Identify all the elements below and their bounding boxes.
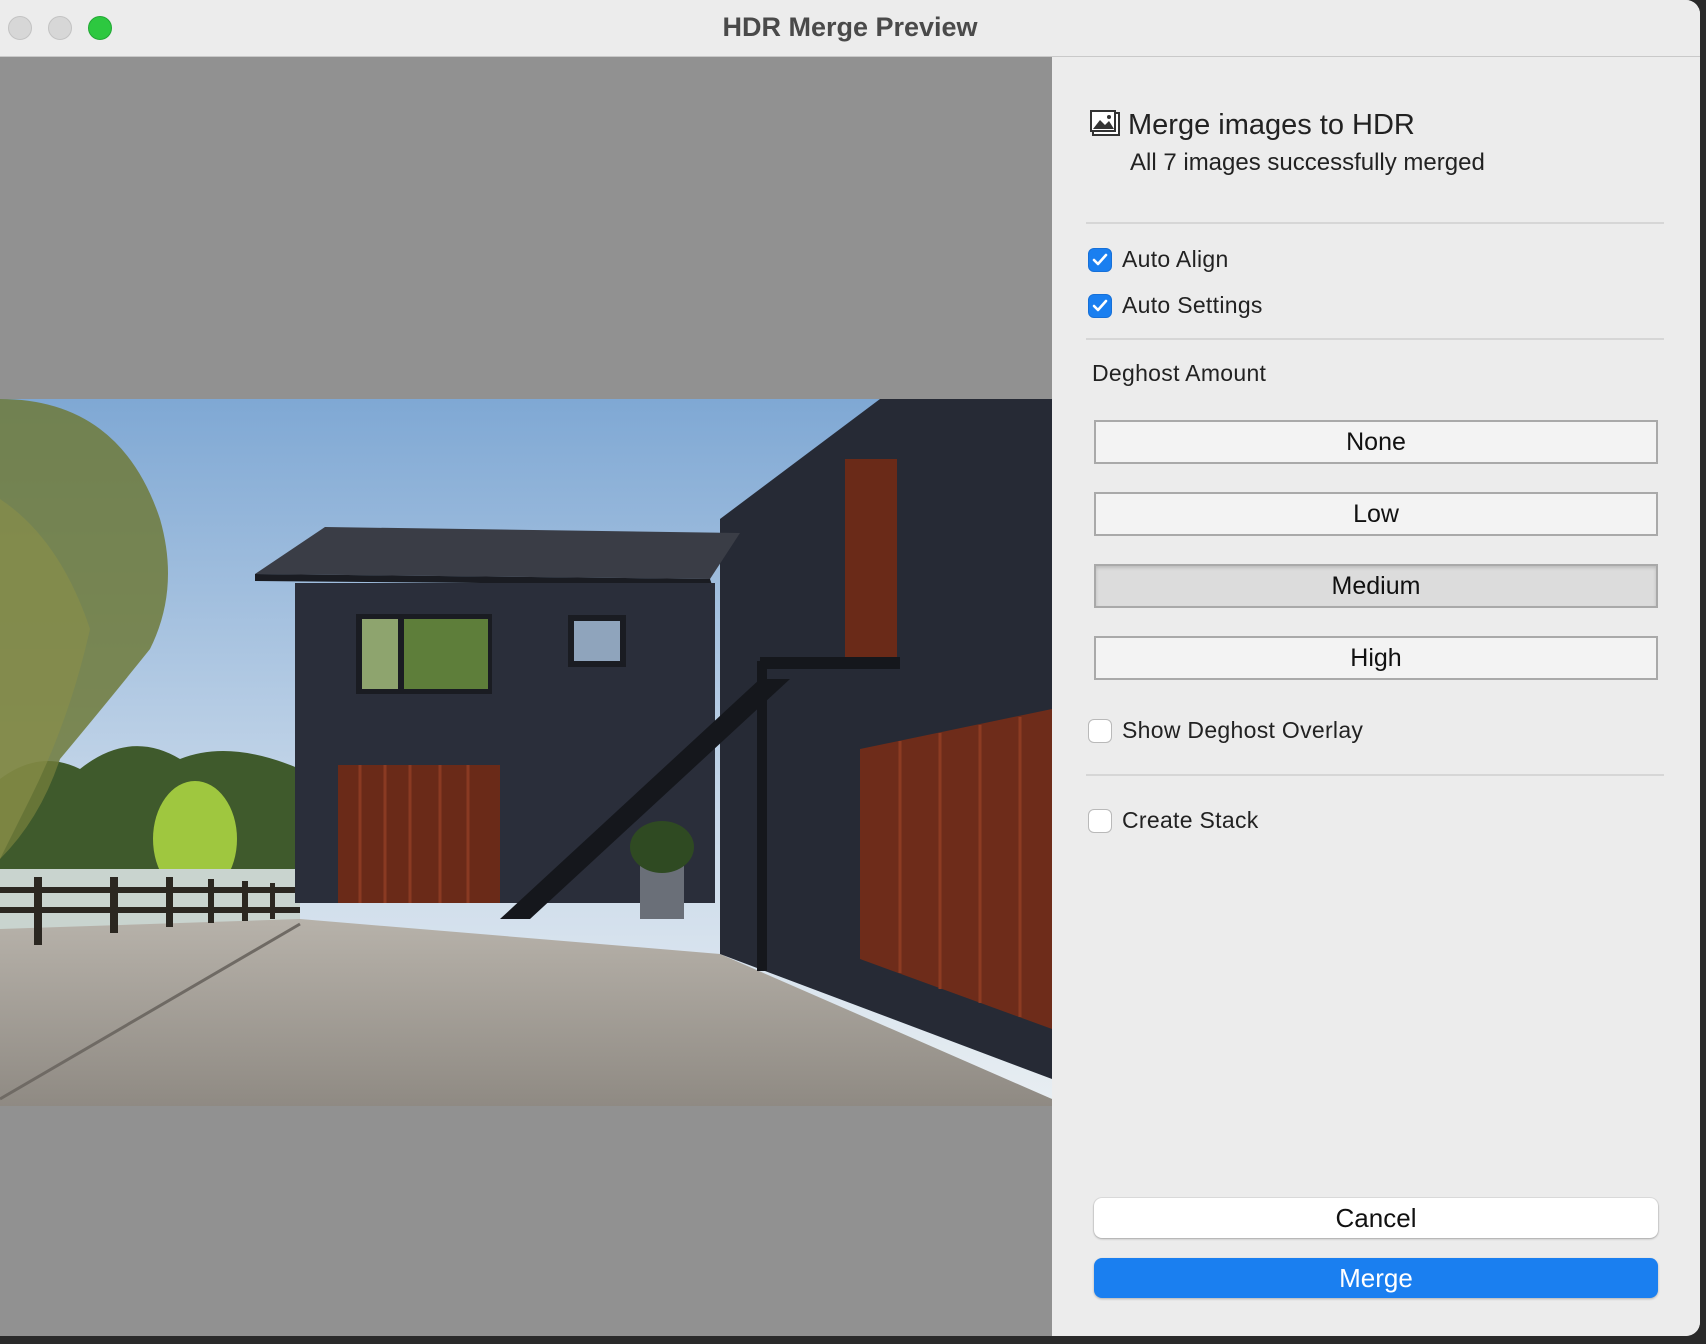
deghost-none-button[interactable]: None — [1094, 420, 1658, 464]
divider — [1086, 222, 1664, 224]
auto-align-label: Auto Align — [1122, 246, 1229, 272]
cancel-button[interactable]: Cancel — [1094, 1198, 1658, 1238]
panel-title: Merge images to HDR — [1128, 109, 1415, 141]
merge-button[interactable]: Merge — [1094, 1258, 1658, 1298]
deghost-medium-button[interactable]: Medium — [1094, 564, 1658, 608]
deghost-high-button[interactable]: High — [1094, 636, 1658, 680]
show-deghost-overlay-checkbox-row[interactable]: Show Deghost Overlay — [1088, 717, 1363, 744]
create-stack-checkbox-row[interactable]: Create Stack — [1088, 807, 1259, 834]
divider — [1086, 338, 1664, 340]
create-stack-checkbox[interactable] — [1088, 808, 1112, 833]
show-deghost-overlay-checkbox[interactable] — [1088, 718, 1112, 743]
image-icon — [1090, 110, 1120, 136]
settings-panel: Merge images to HDR All 7 images success… — [1052, 57, 1700, 1336]
title-bar: HDR Merge Preview — [0, 0, 1700, 57]
auto-settings-label: Auto Settings — [1122, 292, 1263, 318]
auto-settings-checkbox[interactable] — [1088, 293, 1112, 318]
divider — [1086, 774, 1664, 776]
hdr-merge-window: HDR Merge Preview Merge images to HDR Al… — [0, 0, 1700, 1336]
deghost-amount-label: Deghost Amount — [1092, 360, 1267, 386]
preview-area — [0, 57, 1052, 1336]
auto-align-checkbox[interactable] — [1088, 247, 1112, 272]
hdr-preview-image — [0, 399, 1052, 1106]
deghost-low-button[interactable]: Low — [1094, 492, 1658, 536]
show-deghost-overlay-label: Show Deghost Overlay — [1122, 717, 1364, 743]
create-stack-label: Create Stack — [1122, 807, 1259, 833]
auto-settings-checkbox-row[interactable]: Auto Settings — [1088, 292, 1263, 319]
auto-align-checkbox-row[interactable]: Auto Align — [1088, 246, 1229, 273]
window-title: HDR Merge Preview — [722, 12, 978, 42]
merge-status: All 7 images successfully merged — [1130, 149, 1485, 176]
